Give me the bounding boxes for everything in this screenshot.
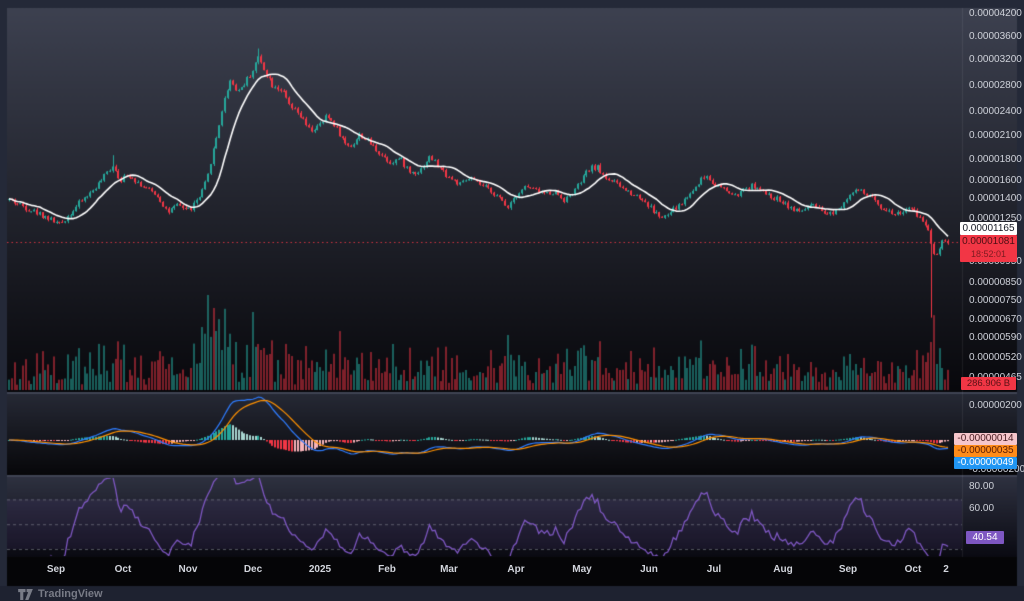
tradingview-logo-icon — [18, 589, 33, 600]
tradingview-chart-window: 0.000042000.000036000.000032000.00002800… — [0, 0, 1024, 601]
tradingview-logo-text: TradingView — [38, 588, 103, 600]
chart-canvas[interactable] — [0, 0, 1024, 601]
tradingview-logo[interactable]: TradingView — [18, 587, 103, 601]
